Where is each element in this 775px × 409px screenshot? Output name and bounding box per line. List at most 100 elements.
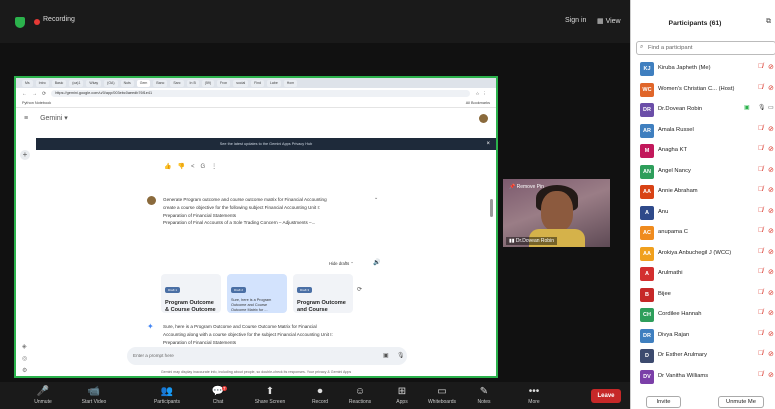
gem-manager-icon[interactable]: ◈ bbox=[22, 343, 27, 350]
new-chat-icon[interactable]: + bbox=[20, 150, 30, 160]
browser-tab[interactable]: Intro bbox=[35, 79, 49, 87]
close-icon[interactable]: × bbox=[486, 138, 490, 150]
menu-icon[interactable]: ≡ bbox=[24, 115, 28, 122]
browser-tab[interactable]: Fron bbox=[217, 79, 231, 87]
browser-tab[interactable]: social bbox=[233, 79, 249, 87]
participant-row[interactable]: AR Amala Russel 🎙̸ ⊘ bbox=[631, 121, 775, 141]
help-icon[interactable]: ◎ bbox=[22, 355, 27, 362]
back-icon[interactable]: ← bbox=[22, 91, 27, 97]
gemini-app-name[interactable]: Gemini ▾ bbox=[40, 114, 68, 122]
url-field[interactable]: https://gemini.google.com/u/0/app/003ebc… bbox=[51, 90, 471, 97]
browser-tab[interactable]: Ms bbox=[22, 79, 33, 87]
toolbar-reactions-button[interactable]: ☺ Reactions bbox=[338, 386, 382, 406]
toolbar-record-button[interactable]: ⏺ Record bbox=[298, 386, 342, 406]
participant-row[interactable]: D Dr Esther Arulmary 🎙̸ ⊘ bbox=[631, 346, 775, 366]
apps-icon: ⊞ bbox=[397, 386, 407, 397]
microphone-icon[interactable]: 🎙 bbox=[397, 352, 405, 359]
prompt-input[interactable]: Enter a prompt here ▣ 🎙 bbox=[127, 347, 407, 365]
toolbar-chat-button[interactable]: 💬 Chat 7 bbox=[196, 386, 240, 406]
browser-tab[interactable]: Hom bbox=[283, 79, 298, 87]
browser-tab[interactable]: (OA) bbox=[104, 79, 118, 87]
toolbar-notes-button[interactable]: ✎ Notes bbox=[462, 386, 506, 406]
toolbar-unmute-button[interactable]: 🎤 Unmute bbox=[21, 386, 65, 406]
mic-muted-icon: 🎙̸ bbox=[758, 165, 764, 173]
browser-tab[interactable]: Sarc bbox=[170, 79, 184, 87]
toolbar-start-video-button[interactable]: 📹 Start Video bbox=[72, 386, 116, 406]
reload-icon[interactable]: ⟳ bbox=[42, 91, 46, 97]
participant-row[interactable]: A Arulmathi 🎙̸ ⊘ bbox=[631, 264, 775, 284]
browser-tab[interactable]: (59) bbox=[201, 79, 215, 87]
participant-name: Cordilee Hannah bbox=[658, 311, 702, 317]
stage-scrollbar[interactable] bbox=[490, 199, 493, 217]
browser-tab[interactable]: Nuts bbox=[120, 79, 134, 87]
image-upload-icon[interactable]: ▣ bbox=[383, 352, 389, 359]
prompt-line: Preparation of Final Accounts of a Sole … bbox=[163, 220, 316, 226]
notes-icon: ✎ bbox=[479, 386, 489, 397]
speaker-icon[interactable]: 🔊 bbox=[373, 259, 380, 266]
browser-tab[interactable]: In B bbox=[186, 79, 199, 87]
shield-icon[interactable] bbox=[15, 17, 25, 28]
browser-tab[interactable]: Gem bbox=[136, 79, 151, 87]
participant-row[interactable]: M Anagha KT 🎙̸ ⊘ bbox=[631, 141, 775, 161]
draft-card[interactable]: Draft 2 Sure, here is a Program Outcome a… bbox=[227, 274, 287, 313]
participant-row[interactable]: KJ Kiruba Japheth (Me) 🎙̸ ⊘ bbox=[631, 59, 775, 79]
popout-icon[interactable]: ⧉ bbox=[766, 18, 771, 26]
participant-avatar: A bbox=[640, 267, 654, 281]
participant-row[interactable]: B Bijee 🎙̸ ⊘ bbox=[631, 285, 775, 305]
toolbar-more-button[interactable]: ••• More bbox=[512, 386, 556, 406]
toolbar-share-screen-button[interactable]: ⬆ Share Screen bbox=[248, 386, 292, 406]
participant-row[interactable]: DV Dr Vanitha Williams 🎙̸ ⊘ bbox=[631, 367, 775, 387]
participant-row[interactable]: AA Arokiya Anbuchegil J (WCC) 🎙̸ ⊘ bbox=[631, 244, 775, 264]
participant-row[interactable]: AA Annie Abraham 🎙̸ ⊘ bbox=[631, 182, 775, 202]
browser-tab[interactable]: Basic bbox=[51, 79, 67, 87]
sign-in-link[interactable]: Sign in bbox=[565, 17, 586, 24]
browser-tab[interactable]: Wkay bbox=[86, 79, 102, 87]
participant-row[interactable]: DR Divya Rajan 🎙̸ ⊘ bbox=[631, 326, 775, 346]
regenerate-drafts-icon[interactable]: ⟳ bbox=[357, 286, 362, 293]
participant-row[interactable]: AC anupama C 🎙̸ ⊘ bbox=[631, 223, 775, 243]
toolbar-participants-button[interactable]: 👥 Participants bbox=[145, 386, 189, 406]
invite-button[interactable]: Invite bbox=[646, 396, 681, 408]
leave-button[interactable]: Leave bbox=[591, 389, 621, 403]
remove-pin-button[interactable]: 📌 Remove Pin bbox=[509, 184, 544, 190]
google-icon[interactable]: G bbox=[200, 164, 211, 170]
bookmark-all[interactable]: All Bookmarks bbox=[466, 101, 490, 105]
participant-row[interactable]: CH Cordilee Hannah 🎙̸ ⊘ bbox=[631, 305, 775, 325]
participant-search-input[interactable]: ⌕ Find a participant bbox=[636, 41, 775, 55]
toolbar-label: Unmute bbox=[34, 399, 52, 405]
recording-label[interactable]: Recording bbox=[43, 16, 75, 23]
unmute-me-button[interactable]: Unmute Me bbox=[718, 396, 764, 408]
browser-tab[interactable]: Labe bbox=[266, 79, 281, 87]
browser-tab[interactable]: Banc bbox=[153, 79, 168, 87]
more-icon[interactable]: ⋮ bbox=[211, 164, 223, 170]
hide-drafts-button[interactable]: Hide drafts ⌃ bbox=[329, 261, 354, 266]
browser-tools-icons[interactable]: ☆⋮ bbox=[475, 91, 490, 97]
participant-row[interactable]: AN Angel Nancy 🎙̸ ⊘ bbox=[631, 162, 775, 182]
video-tile[interactable]: 📌 Remove Pin ▮▮ Dr.Dovean Robin bbox=[503, 179, 610, 247]
forward-icon[interactable]: → bbox=[32, 91, 37, 97]
more-icon: ••• bbox=[528, 386, 540, 397]
participant-row[interactable]: WC Women's Christian C... (Host) 🎙̸ ⊘ bbox=[631, 80, 775, 100]
bookmarks-bar: Python Notebook All Bookmarks bbox=[16, 99, 496, 108]
draft-card[interactable]: Draft 1 Program Outcome & Course Outcome bbox=[161, 274, 221, 313]
video-off-icon: ⊘ bbox=[768, 269, 774, 276]
participant-name: Divya Rajan bbox=[658, 331, 690, 338]
participant-row[interactable]: DR Dr.Dovean Robin ▣ 🎙 ▭ bbox=[631, 100, 775, 120]
thumbs-down-icon[interactable]: 👎 bbox=[177, 164, 190, 170]
toolbar-apps-button[interactable]: ⊞ Apps bbox=[380, 386, 424, 406]
search-icon: ⌕ bbox=[640, 44, 644, 50]
expand-prompt-icon[interactable]: ⌄ bbox=[374, 195, 378, 201]
view-button[interactable]: ▦ View bbox=[597, 17, 621, 25]
browser-tab[interactable]: (oa)1 bbox=[69, 79, 84, 87]
remove-pin-label: Remove Pin bbox=[516, 184, 544, 190]
account-avatar[interactable] bbox=[479, 113, 488, 123]
whiteboards-icon: ▭ bbox=[437, 386, 447, 397]
thumbs-up-icon[interactable]: 👍 bbox=[164, 164, 177, 170]
bookmark-python-notebook[interactable]: Python Notebook bbox=[22, 101, 51, 105]
toolbar-whiteboards-button[interactable]: ▭ Whiteboards bbox=[420, 386, 464, 406]
browser-tab[interactable]: Find bbox=[251, 79, 264, 87]
participant-row[interactable]: A Anu 🎙̸ ⊘ bbox=[631, 203, 775, 223]
participant-avatar: AC bbox=[640, 226, 654, 240]
draft-card[interactable]: Draft 3 Program Outcome and Course bbox=[293, 274, 353, 313]
banner-text[interactable]: See the latest updates to the Gemini App… bbox=[220, 142, 312, 146]
